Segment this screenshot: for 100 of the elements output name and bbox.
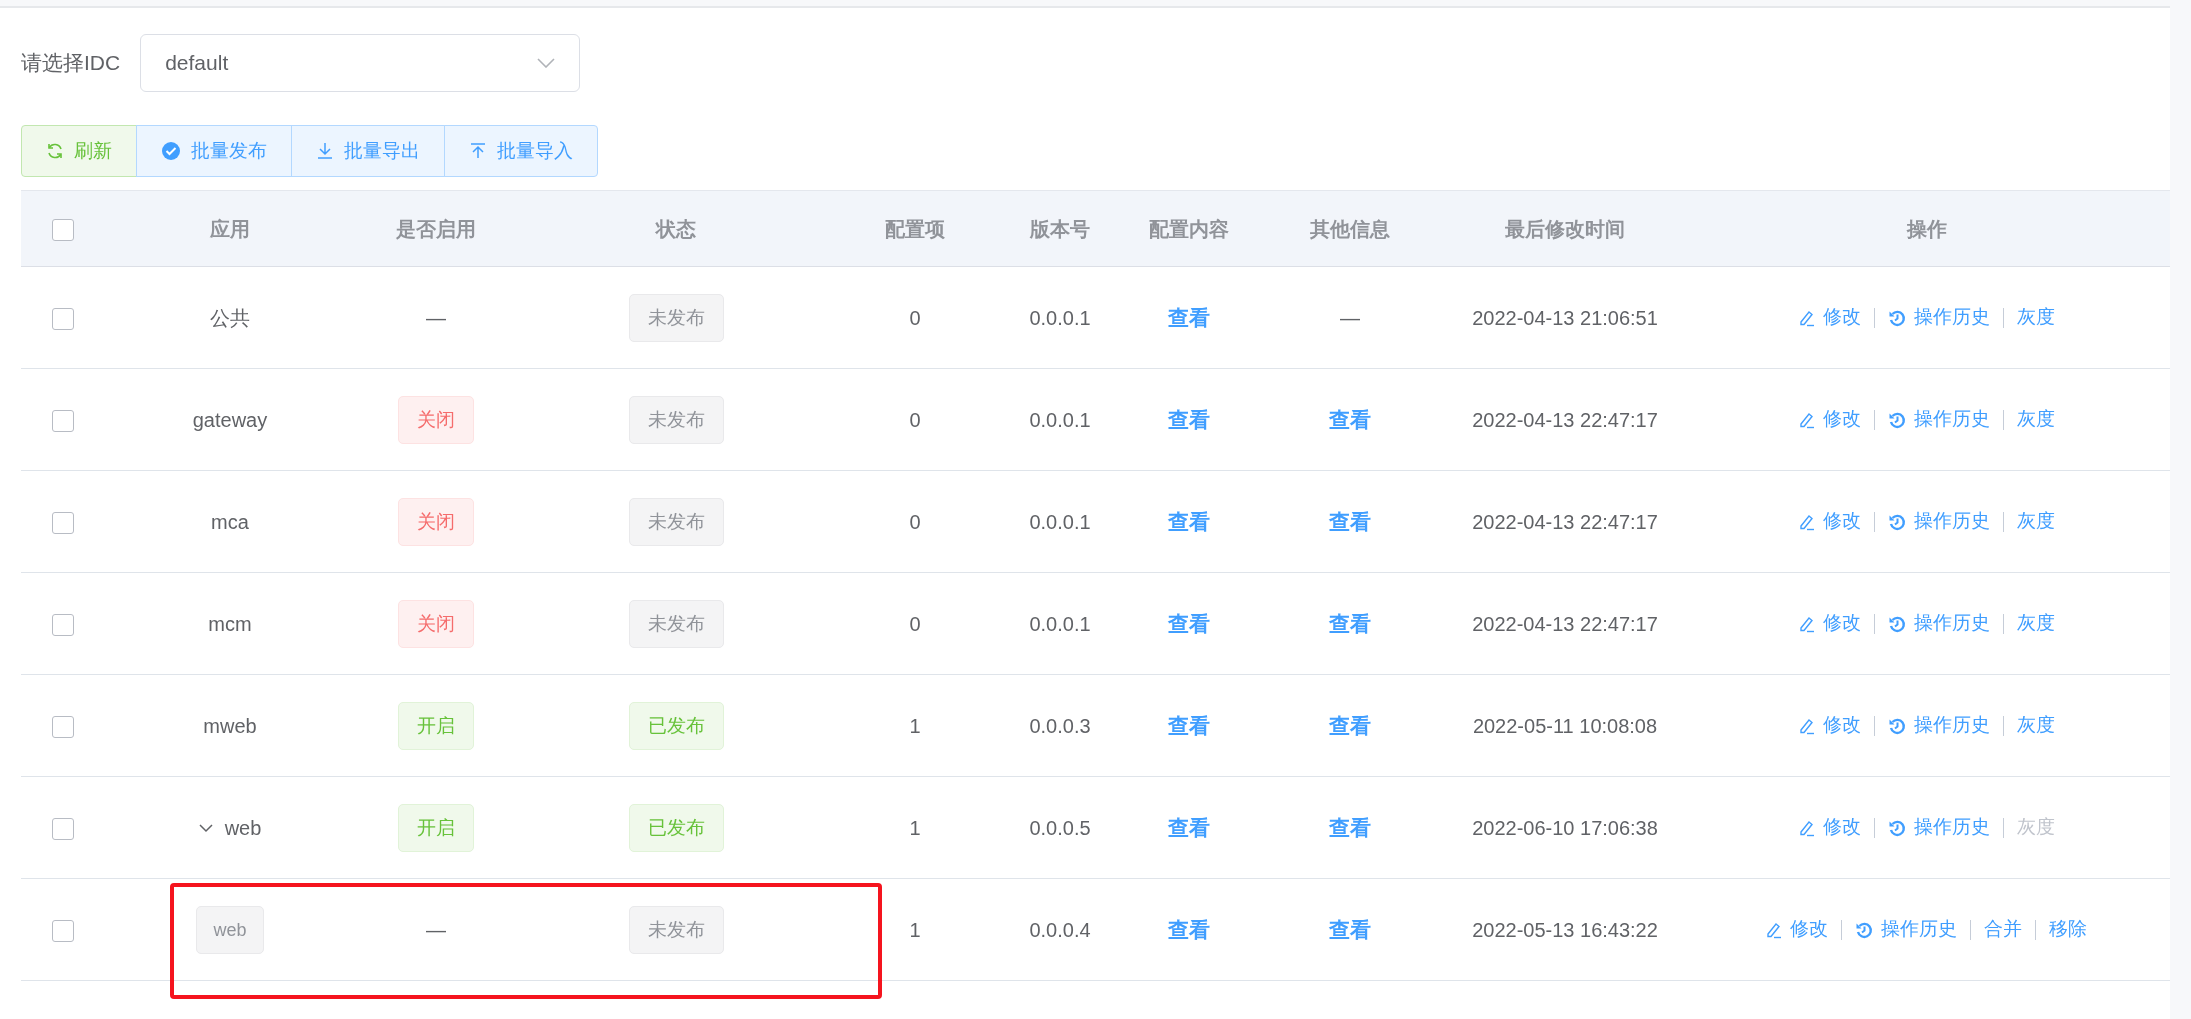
row-checkbox[interactable] bbox=[52, 410, 74, 433]
history-link[interactable]: 操作历史 bbox=[1887, 507, 1990, 536]
refresh-button[interactable]: 刷新 bbox=[21, 125, 137, 177]
status-tag: 已发布 bbox=[628, 701, 724, 750]
select-all-checkbox[interactable] bbox=[52, 219, 74, 242]
edit-link[interactable]: 修改 bbox=[1798, 303, 1861, 332]
view-link[interactable]: 查看 bbox=[1329, 917, 1371, 941]
app-name: web bbox=[224, 815, 262, 841]
history-link[interactable]: 操作历史 bbox=[1887, 609, 1990, 638]
pencil-icon bbox=[1798, 512, 1815, 531]
app-name: gateway bbox=[192, 408, 268, 431]
action-link[interactable]: 合并 bbox=[1984, 915, 2022, 944]
history-icon bbox=[1855, 920, 1873, 939]
view-link[interactable]: 查看 bbox=[1329, 611, 1371, 635]
chevron-down-icon bbox=[537, 58, 556, 68]
pencil-icon bbox=[1798, 308, 1815, 327]
view-link[interactable]: 查看 bbox=[1168, 917, 1210, 941]
table-cell: 0 bbox=[909, 510, 921, 533]
status-tag: 开启 bbox=[398, 803, 474, 852]
action-link[interactable]: 灰度 bbox=[2016, 609, 2055, 638]
view-link[interactable]: 查看 bbox=[1168, 407, 1210, 431]
history-link[interactable]: 操作历史 bbox=[1887, 303, 1990, 332]
edit-link[interactable]: 修改 bbox=[1798, 609, 1861, 638]
edit-link[interactable]: 修改 bbox=[1798, 405, 1861, 434]
upload-icon bbox=[469, 142, 487, 160]
status-tag: 关闭 bbox=[398, 395, 474, 444]
table-cell: 2022-04-13 22:47:17 bbox=[1472, 612, 1658, 635]
history-link[interactable]: 操作历史 bbox=[1887, 711, 1990, 740]
view-link[interactable]: 查看 bbox=[1168, 815, 1210, 839]
view-link[interactable]: 查看 bbox=[1168, 611, 1210, 635]
history-icon bbox=[1887, 716, 1906, 735]
toolbar-button[interactable]: 批量发布 bbox=[136, 125, 292, 177]
toolbar-button[interactable]: 批量导入 bbox=[444, 125, 598, 177]
row-checkbox[interactable] bbox=[52, 308, 74, 331]
status-tag: 未发布 bbox=[628, 293, 724, 342]
history-icon bbox=[1887, 614, 1906, 633]
app-name: 公共 bbox=[210, 306, 250, 329]
row-checkbox[interactable] bbox=[52, 512, 74, 535]
table-cell: 1 bbox=[909, 714, 921, 737]
action-link[interactable]: 灰度 bbox=[2016, 507, 2055, 536]
table-cell: 2022-06-10 17:06:38 bbox=[1472, 816, 1658, 839]
table-cell: 2022-04-13 21:06:51 bbox=[1472, 306, 1658, 329]
column-header: 应用 bbox=[210, 217, 250, 240]
column-header: 操作 bbox=[1906, 217, 1947, 240]
status-tag: 关闭 bbox=[398, 497, 474, 546]
view-link[interactable]: 查看 bbox=[1329, 713, 1371, 737]
status-tag: 关闭 bbox=[398, 599, 474, 648]
table-cell: 0 bbox=[909, 408, 921, 431]
column-header: 状态 bbox=[656, 217, 696, 240]
app-name: mca bbox=[211, 510, 249, 533]
view-link[interactable]: 查看 bbox=[1329, 509, 1371, 533]
toolbar-button[interactable]: 批量导出 bbox=[291, 125, 445, 177]
row-checkbox[interactable] bbox=[52, 920, 74, 943]
table-cell: 0.0.0.3 bbox=[1029, 714, 1091, 737]
table-cell: 2022-05-13 16:43:22 bbox=[1472, 918, 1658, 941]
table-cell: 1 bbox=[909, 918, 921, 941]
status-tag: 未发布 bbox=[628, 905, 724, 954]
edit-link[interactable]: 修改 bbox=[1766, 915, 1828, 944]
action-link[interactable]: 灰度 bbox=[2016, 405, 2055, 434]
status-tag: 未发布 bbox=[628, 395, 724, 444]
column-header: 配置内容 bbox=[1149, 217, 1229, 240]
history-icon bbox=[1887, 410, 1906, 429]
table-cell: 0.0.0.1 bbox=[1029, 408, 1091, 431]
table-cell: 0.0.0.4 bbox=[1029, 918, 1091, 941]
edit-link[interactable]: 修改 bbox=[1798, 507, 1861, 536]
view-link[interactable]: 查看 bbox=[1168, 305, 1210, 329]
view-link[interactable]: 查看 bbox=[1329, 815, 1371, 839]
view-link[interactable]: 查看 bbox=[1168, 713, 1210, 737]
row-checkbox[interactable] bbox=[52, 614, 74, 637]
empty-dash: — bbox=[1340, 306, 1360, 329]
history-link[interactable]: 操作历史 bbox=[1855, 915, 1957, 944]
column-header: 是否启用 bbox=[396, 217, 476, 240]
idc-select[interactable]: default bbox=[140, 34, 581, 92]
table-cell: 2022-05-11 10:08:08 bbox=[1472, 714, 1658, 737]
table-cell: 0.0.0.1 bbox=[1029, 306, 1091, 329]
refresh-icon bbox=[46, 142, 64, 160]
action-link[interactable]: 灰度 bbox=[2016, 711, 2055, 740]
view-link[interactable]: 查看 bbox=[1168, 509, 1210, 533]
table-cell: 2022-04-13 22:47:17 bbox=[1472, 408, 1658, 431]
pencil-icon bbox=[1766, 920, 1782, 939]
action-link[interactable]: 移除 bbox=[2049, 915, 2087, 944]
app-name: mcm bbox=[208, 612, 252, 635]
pencil-icon bbox=[1798, 614, 1815, 633]
table-cell: 1 bbox=[909, 816, 921, 839]
table-cell: 2022-04-13 22:47:17 bbox=[1472, 510, 1658, 533]
history-link[interactable]: 操作历史 bbox=[1887, 813, 1990, 842]
row-checkbox[interactable] bbox=[52, 818, 74, 841]
edit-link[interactable]: 修改 bbox=[1798, 813, 1861, 842]
row-checkbox[interactable] bbox=[52, 716, 74, 739]
view-link[interactable]: 查看 bbox=[1329, 407, 1371, 431]
pencil-icon bbox=[1798, 410, 1815, 429]
column-header: 其他信息 bbox=[1310, 217, 1390, 240]
history-link[interactable]: 操作历史 bbox=[1887, 405, 1990, 434]
check-circle-icon bbox=[161, 141, 181, 161]
column-header: 版本号 bbox=[1030, 217, 1090, 240]
pencil-icon bbox=[1798, 818, 1815, 837]
status-tag: 已发布 bbox=[628, 803, 724, 852]
edit-link[interactable]: 修改 bbox=[1798, 711, 1861, 740]
action-link[interactable]: 灰度 bbox=[2016, 303, 2055, 332]
column-header: 最后修改时间 bbox=[1505, 217, 1625, 240]
